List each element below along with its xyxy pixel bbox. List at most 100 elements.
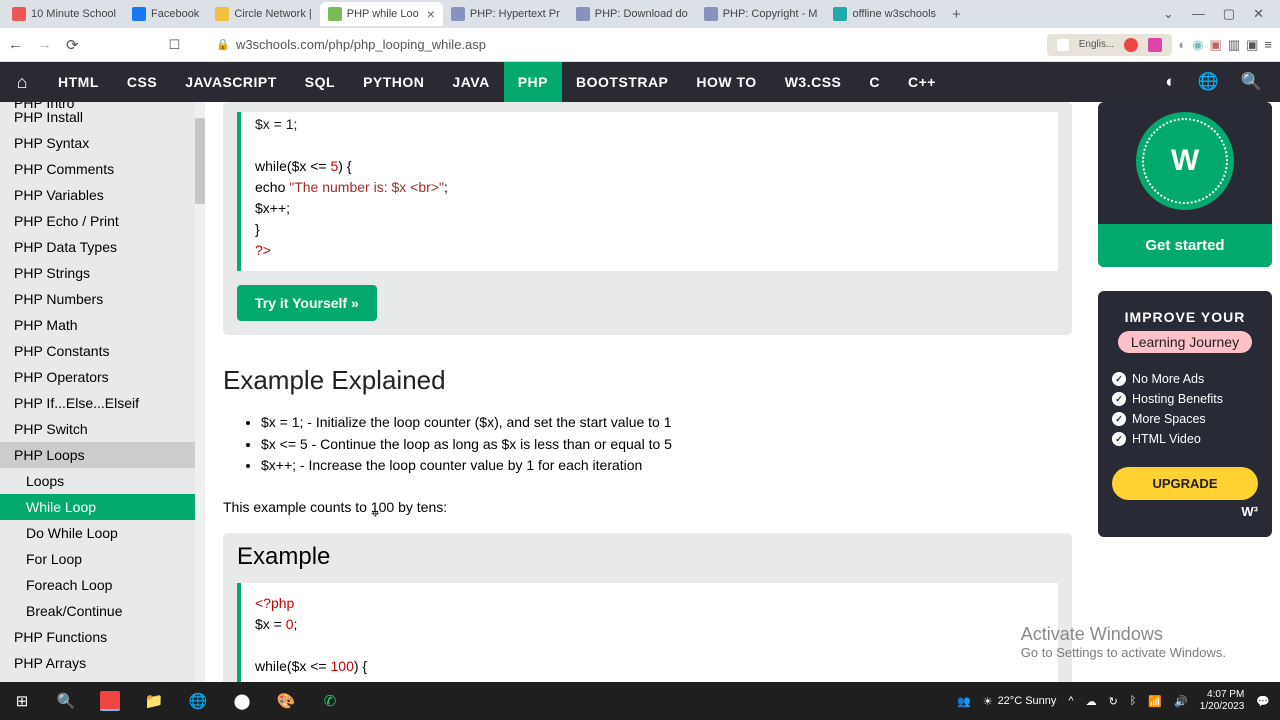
- windows-taskbar: ⊞ 🔍 📁 🌐 ⬤ 🎨 ✆ 👥 ☀ 22°C Sunny ^ ☁ ↻ ᛒ 📶 🔊…: [0, 682, 1280, 720]
- taskbar-app-chrome[interactable]: 🌐: [176, 682, 220, 720]
- sidebar-item[interactable]: PHP Variables: [0, 182, 195, 208]
- sidebar-item[interactable]: Do While Loop: [0, 520, 195, 546]
- sidebar-item[interactable]: Loops: [0, 468, 195, 494]
- right-column: W Get started IMPROVE YOUR Learning Jour…: [1090, 102, 1280, 682]
- url-field[interactable]: 🔒 w3schools.com/php/php_looping_while.as…: [216, 37, 486, 52]
- taskbar-app-paint[interactable]: 🎨: [264, 682, 308, 720]
- tray-update-icon[interactable]: ↻: [1109, 695, 1118, 708]
- nav-item-php[interactable]: PHP: [504, 62, 562, 102]
- nav-item-java[interactable]: JAVA: [438, 62, 503, 102]
- nav-item-how to[interactable]: HOW TO: [682, 62, 770, 102]
- taskbar-app-obs[interactable]: ⬤: [220, 682, 264, 720]
- search-button[interactable]: 🔍: [44, 682, 88, 720]
- nav-item-python[interactable]: PYTHON: [349, 62, 438, 102]
- sidebar-item[interactable]: PHP Comments: [0, 156, 195, 182]
- close-tab-icon[interactable]: ×: [427, 6, 435, 22]
- sidebar-item[interactable]: PHP Strings: [0, 260, 195, 286]
- browser-tab-strip: 10 Minute SchoolFacebookCircle Network |…: [0, 0, 1280, 28]
- check-icon: ✓: [1112, 432, 1126, 446]
- tray-chevron-icon[interactable]: ^: [1068, 695, 1073, 707]
- get-started-button[interactable]: Get started: [1098, 224, 1272, 267]
- sidebar-item[interactable]: For Loop: [0, 546, 195, 572]
- sidebar-item[interactable]: PHP Syntax: [0, 130, 195, 156]
- weather-widget[interactable]: ☀ 22°C Sunny: [983, 695, 1057, 708]
- sidebar-item[interactable]: PHP Arrays: [0, 650, 195, 676]
- translate-extension[interactable]: Englis...: [1047, 34, 1173, 56]
- upgrade-promo: IMPROVE YOUR Learning Journey ✓No More A…: [1098, 291, 1272, 537]
- bookmark-icon[interactable]: ☐: [169, 37, 181, 53]
- nav-item-bootstrap[interactable]: BOOTSTRAP: [562, 62, 682, 102]
- window-dropdown-icon[interactable]: ⌄: [1163, 6, 1174, 22]
- sidebar-item[interactable]: PHP Data Types: [0, 234, 195, 260]
- browser-tab[interactable]: Facebook: [124, 2, 207, 26]
- sidebar-item[interactable]: PHP If...Else...Elseif: [0, 390, 195, 416]
- sidebar-item[interactable]: PHP Constants: [0, 338, 195, 364]
- list-item: $x <= 5 - Continue the loop as long as $…: [261, 434, 1072, 456]
- browser-tab[interactable]: 10 Minute School: [4, 2, 124, 26]
- nav-item-c[interactable]: C: [855, 62, 894, 102]
- back-button[interactable]: ←: [8, 36, 23, 54]
- sidebar-item[interactable]: PHP Math: [0, 312, 195, 338]
- sidebar-item[interactable]: Foreach Loop: [0, 572, 195, 598]
- clock[interactable]: 4:07 PM 1/20/2023: [1200, 689, 1245, 713]
- nav-item-javascript[interactable]: JAVASCRIPT: [171, 62, 291, 102]
- explanation-list: $x = 1; - Initialize the loop counter ($…: [261, 412, 1072, 477]
- feature-item: ✓Hosting Benefits: [1112, 389, 1258, 409]
- taskbar-app-brave[interactable]: [100, 691, 120, 711]
- reload-button[interactable]: ⟳: [66, 36, 79, 54]
- tray-volume-icon[interactable]: 🔊: [1174, 695, 1188, 708]
- forward-button[interactable]: →: [37, 36, 52, 54]
- sidebar-item[interactable]: While Loop: [0, 494, 195, 520]
- browser-tab[interactable]: PHP: Hypertext Pr: [443, 2, 568, 26]
- nav-item-sql[interactable]: SQL: [291, 62, 349, 102]
- browser-tab[interactable]: PHP: Copyright - M: [696, 2, 826, 26]
- feature-item: ✓No More Ads: [1112, 369, 1258, 389]
- code-example-2: Example <?php $x = 0; while($x <= 100) {: [223, 533, 1072, 682]
- nav-item-c++[interactable]: C++: [894, 62, 950, 102]
- nav-item-w3.css[interactable]: W3.CSS: [771, 62, 856, 102]
- browser-tab[interactable]: offline w3schools: [825, 2, 944, 26]
- tray-bluetooth-icon[interactable]: ᛒ: [1130, 695, 1137, 707]
- home-icon[interactable]: ⌂: [0, 72, 44, 93]
- sidebar-scrollbar[interactable]: [195, 102, 205, 682]
- sidebar-item[interactable]: PHP Numbers: [0, 286, 195, 312]
- taskbar-app-explorer[interactable]: 📁: [132, 682, 176, 720]
- sidebar-toggle-icon[interactable]: ▥: [1228, 37, 1240, 53]
- new-tab-button[interactable]: +: [944, 6, 969, 23]
- sidebar-item[interactable]: PHP Operators: [0, 364, 195, 390]
- theme-toggle-icon[interactable]: ◐: [1165, 72, 1175, 92]
- people-icon[interactable]: 👥: [957, 695, 971, 708]
- upgrade-button[interactable]: UPGRADE: [1112, 467, 1258, 500]
- extension-icon[interactable]: ▣: [1210, 37, 1222, 53]
- extension-icon[interactable]: ◉: [1192, 37, 1203, 53]
- search-icon[interactable]: 🔍: [1241, 72, 1262, 92]
- nav-item-html[interactable]: HTML: [44, 62, 113, 102]
- wallet-icon[interactable]: ▣: [1246, 37, 1258, 53]
- sidebar-nav: PHP IntroPHP InstallPHP SyntaxPHP Commen…: [0, 102, 195, 682]
- sidebar-item[interactable]: Break/Continue: [0, 598, 195, 624]
- window-minimize-icon[interactable]: —: [1192, 6, 1205, 22]
- window-maximize-icon[interactable]: ▢: [1223, 6, 1235, 22]
- browser-tab[interactable]: Circle Network |: [207, 2, 319, 26]
- sidebar-item[interactable]: PHP Loops: [0, 442, 195, 468]
- try-it-yourself-button[interactable]: Try it Yourself »: [237, 285, 377, 321]
- start-button[interactable]: ⊞: [0, 682, 44, 720]
- taskbar-app-whatsapp[interactable]: ✆: [308, 682, 352, 720]
- main-content: $x = 1; while($x <= 5) { echo "The numbe…: [205, 102, 1090, 682]
- tray-wifi-icon[interactable]: 📶: [1148, 695, 1162, 708]
- feature-item: ✓HTML Video: [1112, 429, 1258, 449]
- notifications-icon[interactable]: 💬: [1256, 695, 1270, 708]
- w3-logo-icon: W³: [1112, 504, 1258, 519]
- certification-promo[interactable]: W Get started: [1098, 102, 1272, 267]
- globe-icon[interactable]: 🌐: [1198, 72, 1219, 92]
- sidebar-item[interactable]: PHP Echo / Print: [0, 208, 195, 234]
- browser-tab[interactable]: PHP while Loo×: [320, 2, 443, 26]
- sidebar-item[interactable]: PHP Functions: [0, 624, 195, 650]
- extension-icon[interactable]: ◐: [1178, 37, 1186, 52]
- window-close-icon[interactable]: ✕: [1253, 6, 1264, 22]
- tray-cloud-icon[interactable]: ☁: [1086, 695, 1097, 708]
- sidebar-item[interactable]: PHP Switch: [0, 416, 195, 442]
- nav-item-css[interactable]: CSS: [113, 62, 171, 102]
- browser-tab[interactable]: PHP: Download do: [568, 2, 696, 26]
- menu-icon[interactable]: ≡: [1264, 37, 1272, 52]
